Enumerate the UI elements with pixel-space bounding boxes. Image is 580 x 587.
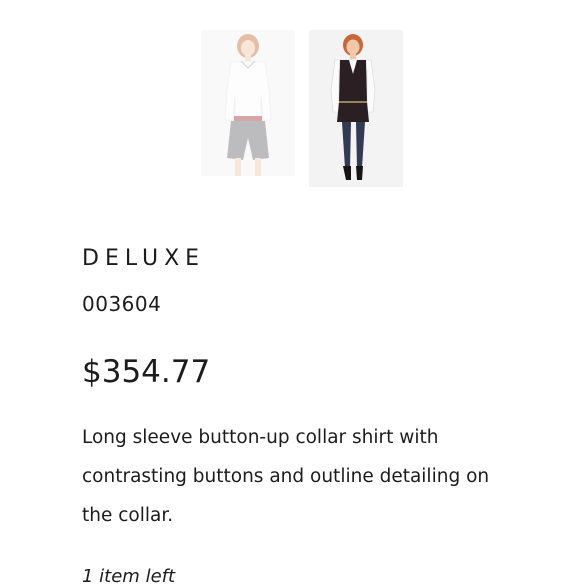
product-thumbnail-1[interactable] bbox=[201, 30, 295, 176]
product-price: $354.77 bbox=[82, 354, 211, 390]
product-thumbnail-2[interactable] bbox=[309, 30, 403, 187]
product-photo-vest-dress-outfit bbox=[309, 30, 403, 187]
product-photo-shorts-outfit bbox=[201, 30, 295, 176]
product-sku: 003604 bbox=[82, 292, 162, 316]
product-thumbnails bbox=[201, 30, 411, 190]
product-description: Long sleeve button-up collar shirt with … bbox=[82, 427, 490, 526]
stock-status: 1 item left bbox=[82, 566, 176, 587]
product-brand: DELUXE bbox=[82, 246, 206, 271]
